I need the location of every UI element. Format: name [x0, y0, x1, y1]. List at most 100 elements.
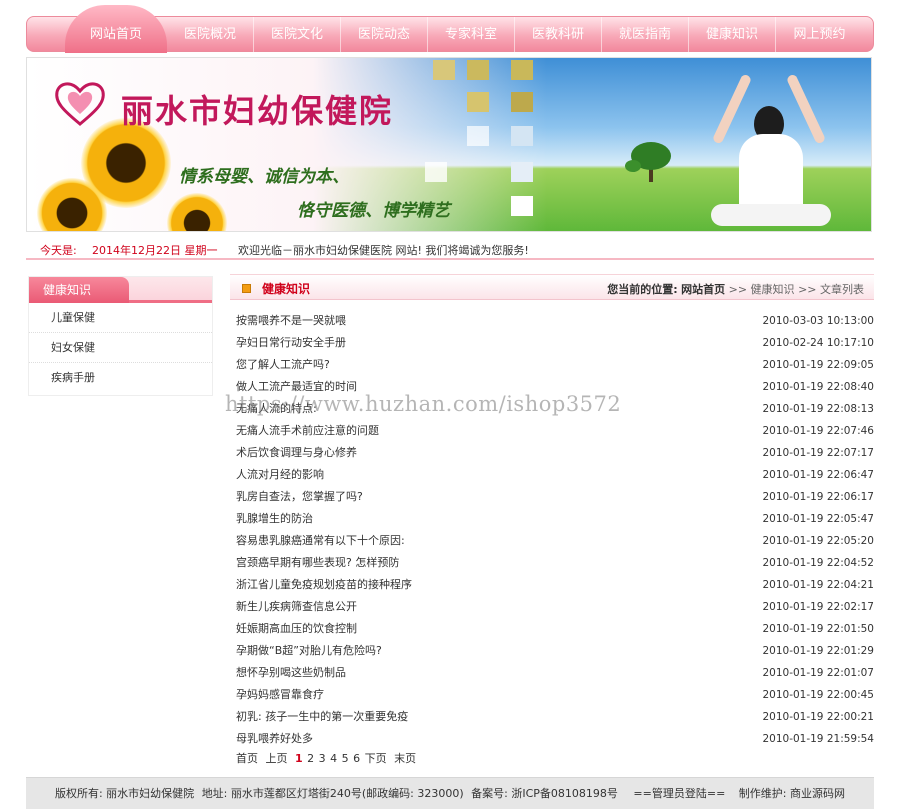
nav-item-experts[interactable]: 专家科室 [428, 17, 515, 53]
article-title-link[interactable]: 初乳: 孩子一生中的第一次重要免疫 [236, 706, 408, 728]
article-title-link[interactable]: 孕妇日常行动安全手册 [236, 332, 346, 354]
article-date: 2010-01-19 22:01:29 [762, 645, 874, 657]
article-title-link[interactable]: 孕期做“B超”对胎儿有危险吗? [236, 640, 382, 662]
article-list: 按需喂养不是一哭就喂 2010-03-03 10:13:00 孕妇日常行动安全手册 2… [236, 310, 874, 750]
article-title-link[interactable]: 乳房自查法，您掌握了吗? [236, 486, 363, 508]
article-row: 容易患乳腺癌通常有以下十个原因: 2010-01-19 22:05:20 [236, 530, 874, 552]
article-date: 2010-03-03 10:13:00 [762, 315, 874, 327]
nav-item-home[interactable]: 网站首页 [65, 17, 167, 53]
article-date: 2010-01-19 22:00:21 [762, 711, 874, 723]
article-date: 2010-01-19 22:08:40 [762, 381, 874, 393]
pagination: 首页 上页 1 2 3 4 5 6 下页 末页 [236, 750, 420, 766]
footer-icp: 备案号: 浙ICP备08108198号 [471, 787, 618, 800]
square-bullet-icon [242, 284, 251, 293]
sidebar-item-women-health[interactable]: 妇女保健 [29, 333, 212, 363]
footer-address: 地址: 丽水市莲都区灯塔街240号(邮政编码: 323000) [201, 787, 464, 800]
nav-item-health[interactable]: 健康知识 [689, 17, 776, 53]
article-row: 新生儿疾病筛查信息公开 2010-01-19 22:02:17 [236, 596, 874, 618]
article-row: 人流对月经的影响 2010-01-19 22:06:47 [236, 464, 874, 486]
article-title-link[interactable]: 无痛人流手术前应注意的问题 [236, 420, 379, 442]
article-date: 2010-01-19 22:00:45 [762, 689, 874, 701]
pager-page-2[interactable]: 2 [307, 752, 314, 765]
footer-copyright: 版权所有: 丽水市妇幼保健院 [54, 787, 195, 800]
article-title-link[interactable]: 乳腺增生的防治 [236, 508, 313, 530]
sidebar-item-disease-manual[interactable]: 疾病手册 [29, 363, 212, 393]
decor-tile [511, 60, 533, 80]
pager-page-5[interactable]: 5 [342, 752, 349, 765]
article-title-link[interactable]: 宫颈癌早期有哪些表现? 怎样预防 [236, 552, 399, 574]
article-date: 2010-01-19 22:02:17 [762, 601, 874, 613]
article-row: 宫颈癌早期有哪些表现? 怎样预防 2010-01-19 22:04:52 [236, 552, 874, 574]
article-title-link[interactable]: 母乳喂养好处多 [236, 728, 313, 750]
nav-item-guide[interactable]: 就医指南 [602, 17, 689, 53]
pager-page-1[interactable]: 1 [295, 752, 303, 765]
nav-item-appointment[interactable]: 网上预约 [776, 17, 863, 53]
footer: 版权所有: 丽水市妇幼保健院 地址: 丽水市莲都区灯塔街240号(邮政编码: 3… [26, 777, 874, 809]
article-date: 2010-01-19 22:05:20 [762, 535, 874, 547]
article-title-link[interactable]: 孕妈妈感冒靠食疗 [236, 684, 324, 706]
yoga-arm-image [785, 73, 827, 145]
article-row: 乳腺增生的防治 2010-01-19 22:05:47 [236, 508, 874, 530]
nav-item-news[interactable]: 医院动态 [341, 17, 428, 53]
article-row: 按需喂养不是一哭就喂 2010-03-03 10:13:00 [236, 310, 874, 332]
welcome-text: 欢迎光临－丽水市妇幼保健医院 网站! 我们将竭诚为您服务! [238, 244, 529, 257]
breadcrumb-level2: >> 文章列表 [798, 283, 864, 296]
nav-item-research[interactable]: 医教科研 [515, 17, 602, 53]
yoga-arm-image [711, 73, 753, 145]
article-date: 2010-02-24 10:17:10 [762, 337, 874, 349]
article-row: 初乳: 孩子一生中的第一次重要免疫 2010-01-19 22:00:21 [236, 706, 874, 728]
article-row: 术后饮食调理与身心修养 2010-01-19 22:07:17 [236, 442, 874, 464]
article-row: 乳房自查法，您掌握了吗? 2010-01-19 22:06:17 [236, 486, 874, 508]
sidebar-title: 健康知识 [29, 277, 129, 303]
today-date: 2014年12月22日 星期一 [92, 244, 218, 257]
footer-admin-login[interactable]: ==管理员登陆== [633, 787, 725, 800]
breadcrumb: 您当前的位置: 网站首页 >> 健康知识 >> 文章列表 [607, 281, 864, 297]
article-title-link[interactable]: 妊娠期高血压的饮食控制 [236, 618, 357, 640]
pager-last[interactable]: 末页 [394, 752, 416, 765]
pager-page-4[interactable]: 4 [330, 752, 337, 765]
article-date: 2010-01-19 22:01:50 [762, 623, 874, 635]
yoga-woman-legs [711, 204, 831, 226]
decor-tile [467, 126, 489, 146]
article-date: 2010-01-19 22:07:46 [762, 425, 874, 437]
main-nav: 网站首页 医院概况 医院文化 医院动态 专家科室 医教科研 就医指南 健康知识 … [26, 5, 874, 53]
pager-page-6[interactable]: 6 [353, 752, 360, 765]
pager-prev[interactable]: 上页 [266, 752, 288, 765]
slogan-line-1: 情系母婴、诚信为本、 [179, 167, 349, 187]
article-title-link[interactable]: 浙江省儿童免疫规划疫苗的接种程序 [236, 574, 412, 596]
date-bar: 今天是: 2014年12月22日 星期一 欢迎光临－丽水市妇幼保健医院 网站! … [26, 238, 874, 260]
article-title-link[interactable]: 人流对月经的影响 [236, 464, 324, 486]
today-label: 今天是: [40, 244, 77, 257]
hospital-name: 丽水市妇幼保健院 [121, 92, 394, 130]
article-date: 2010-01-19 22:06:17 [762, 491, 874, 503]
slogan-line-2: 恪守医德、博学精艺 [297, 201, 450, 221]
nav-item-culture[interactable]: 医院文化 [254, 17, 341, 53]
article-title-link[interactable]: 想怀孕别喝这些奶制品 [236, 662, 346, 684]
article-date: 2010-01-19 22:07:17 [762, 447, 874, 459]
article-row: 母乳喂养好处多 2010-01-19 21:59:54 [236, 728, 874, 750]
article-title-link[interactable]: 新生儿疾病筛查信息公开 [236, 596, 357, 618]
decor-tile [511, 196, 533, 216]
article-title-link[interactable]: 术后饮食调理与身心修养 [236, 442, 357, 464]
sidebar-item-child-health[interactable]: 儿童保健 [29, 303, 212, 333]
article-title-link[interactable]: 容易患乳腺癌通常有以下十个原因: [236, 530, 405, 552]
pager-first[interactable]: 首页 [236, 752, 258, 765]
sidebar: 健康知识 儿童保健 妇女保健 疾病手册 [28, 276, 213, 396]
article-row: 浙江省儿童免疫规划疫苗的接种程序 2010-01-19 22:04:21 [236, 574, 874, 596]
footer-maintainer: 制作维护: 商业源码网 [738, 787, 845, 800]
article-date: 2010-01-19 22:08:13 [762, 403, 874, 415]
article-title-link[interactable]: 按需喂养不是一哭就喂 [236, 310, 346, 332]
article-date: 2010-01-19 22:04:52 [762, 557, 874, 569]
decor-tile [511, 92, 533, 112]
decor-tile [511, 162, 533, 182]
pager-next[interactable]: 下页 [365, 752, 387, 765]
breadcrumb-home[interactable]: 网站首页 [681, 283, 725, 296]
header-banner: 丽水市妇幼保健院 情系母婴、诚信为本、 恪守医德、博学精艺 [26, 57, 872, 232]
breadcrumb-level1[interactable]: >> 健康知识 [729, 283, 795, 296]
nav-item-overview[interactable]: 医院概况 [167, 17, 254, 53]
article-title-link[interactable]: 您了解人工流产吗? [236, 354, 330, 376]
decor-tile [467, 92, 489, 112]
watermark-text: https://www.huzhan.com/ishop3572 [225, 392, 622, 416]
article-row: 无痛人流手术前应注意的问题 2010-01-19 22:07:46 [236, 420, 874, 442]
pager-page-3[interactable]: 3 [319, 752, 326, 765]
